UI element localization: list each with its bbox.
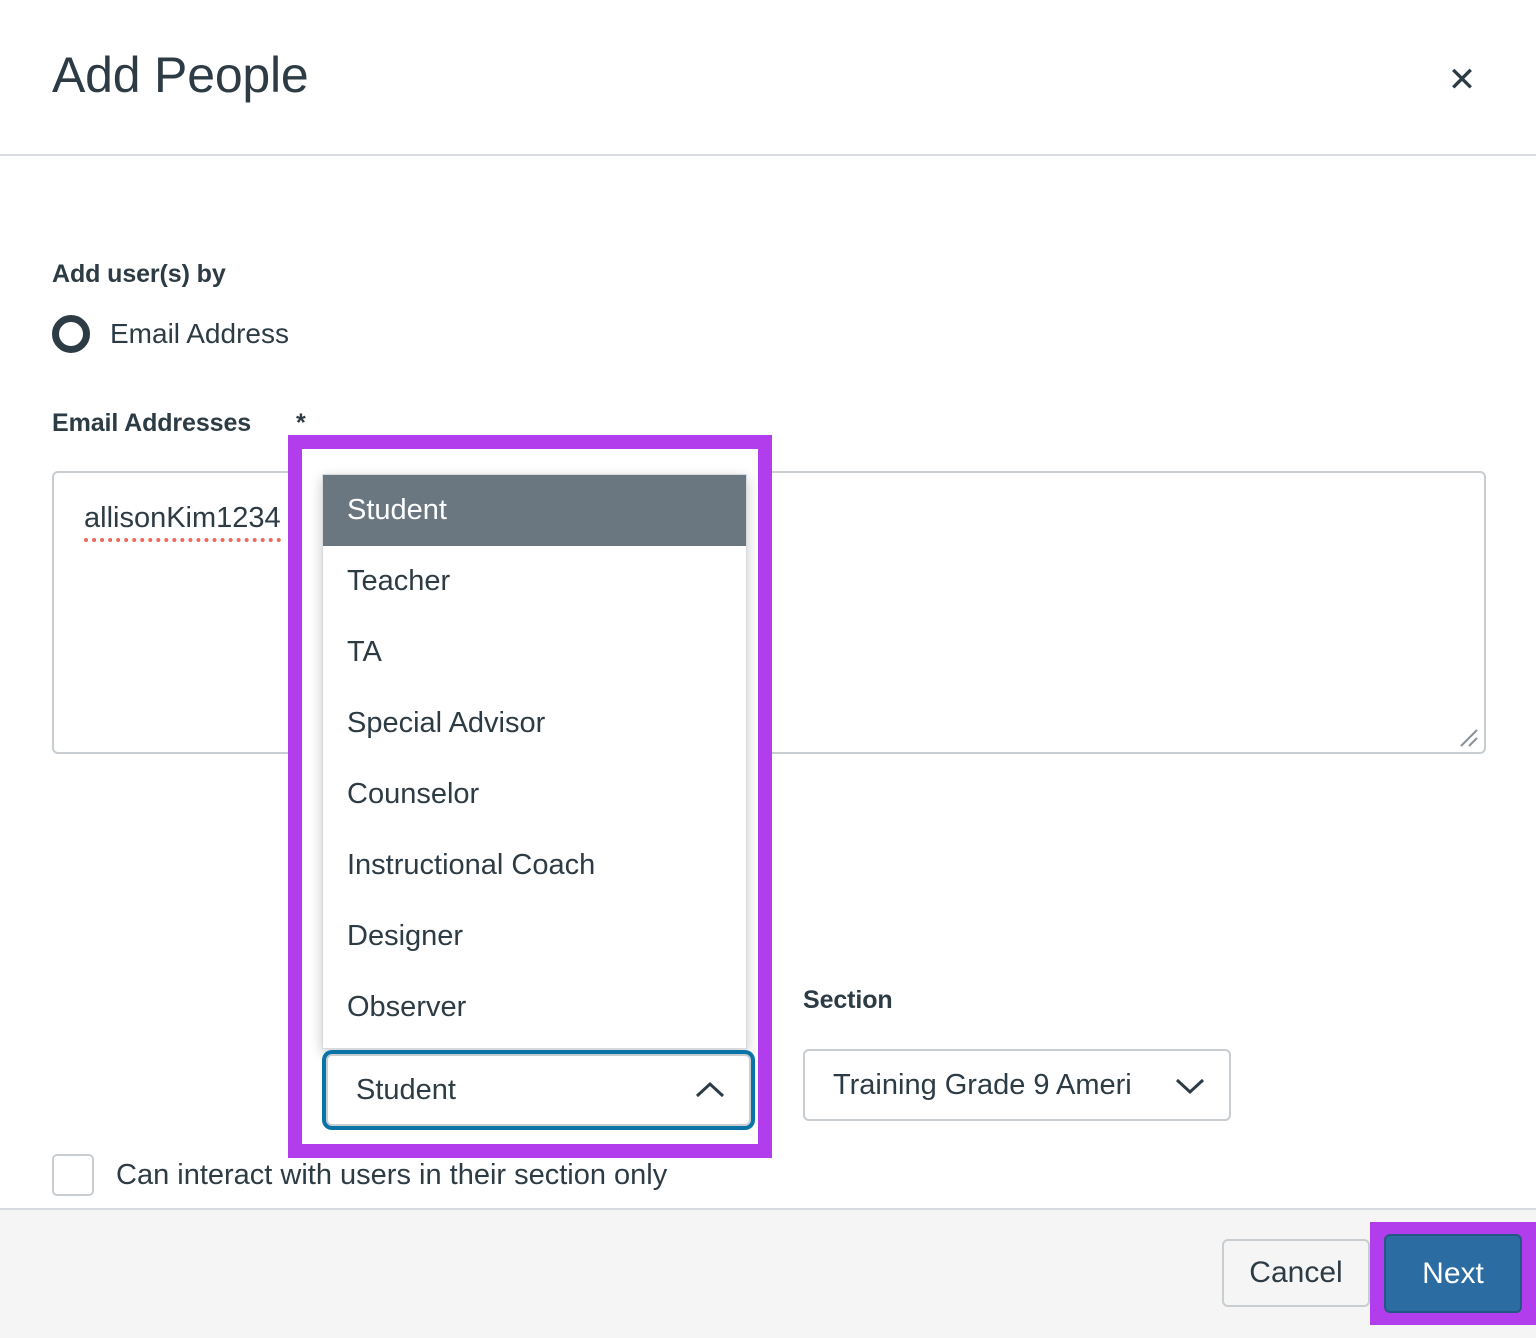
- section-only-checkbox-label: Can interact with users in their section…: [116, 1158, 668, 1191]
- page-title: Add People: [52, 47, 309, 103]
- section-only-checkbox[interactable]: [52, 1154, 94, 1196]
- email-addresses-label: Email Addresses: [52, 409, 252, 437]
- modal-footer: Cancel Next: [0, 1208, 1536, 1338]
- add-user-by-label: Add user(s) by: [52, 260, 226, 288]
- section-label: Section: [803, 986, 893, 1014]
- resize-handle-icon[interactable]: [1457, 726, 1479, 748]
- section-select[interactable]: Training Grade 9 Ameri: [803, 1049, 1231, 1121]
- list-item[interactable]: Student: [323, 475, 746, 546]
- email-addresses-value: allisonKim1234: [84, 501, 281, 542]
- radio-email-address[interactable]: Email Address: [52, 315, 289, 353]
- list-item[interactable]: Counselor: [323, 759, 746, 830]
- next-button-highlight: Next: [1370, 1222, 1536, 1325]
- list-item[interactable]: Teacher: [323, 546, 746, 617]
- required-marker: *: [296, 409, 306, 437]
- cancel-button[interactable]: Cancel: [1222, 1239, 1370, 1307]
- role-select-expanded[interactable]: Student: [326, 1054, 751, 1126]
- next-button[interactable]: Next: [1384, 1234, 1522, 1313]
- add-people-modal: Add People ✕ Add user(s) by Email Addres…: [0, 0, 1536, 1338]
- role-dropdown-container: Student Teacher TA Special Advisor Couns…: [302, 449, 758, 1144]
- list-item[interactable]: Special Advisor: [323, 688, 746, 759]
- list-item[interactable]: Instructional Coach: [323, 830, 746, 901]
- radio-selected-icon[interactable]: [52, 315, 90, 353]
- radio-email-address-label: Email Address: [110, 318, 289, 349]
- chevron-up-icon: [695, 1081, 725, 1098]
- list-item[interactable]: Designer: [323, 901, 746, 972]
- chevron-down-icon: [1175, 1078, 1205, 1095]
- modal-header: Add People ✕: [0, 0, 1536, 156]
- modal-body: Add user(s) by Email Address Email Addre…: [0, 158, 1536, 1338]
- close-icon[interactable]: ✕: [1440, 58, 1484, 102]
- list-item[interactable]: Observer: [323, 972, 746, 1043]
- role-dropdown-list[interactable]: Student Teacher TA Special Advisor Couns…: [322, 474, 747, 1049]
- list-item[interactable]: TA: [323, 617, 746, 688]
- section-only-checkbox-row[interactable]: Can interact with users in their section…: [52, 1154, 667, 1196]
- section-select-value: Training Grade 9 Ameri: [833, 1068, 1132, 1101]
- role-dropdown-highlight: Student Teacher TA Special Advisor Couns…: [288, 435, 772, 1158]
- role-select-expanded-value: Student: [356, 1073, 456, 1106]
